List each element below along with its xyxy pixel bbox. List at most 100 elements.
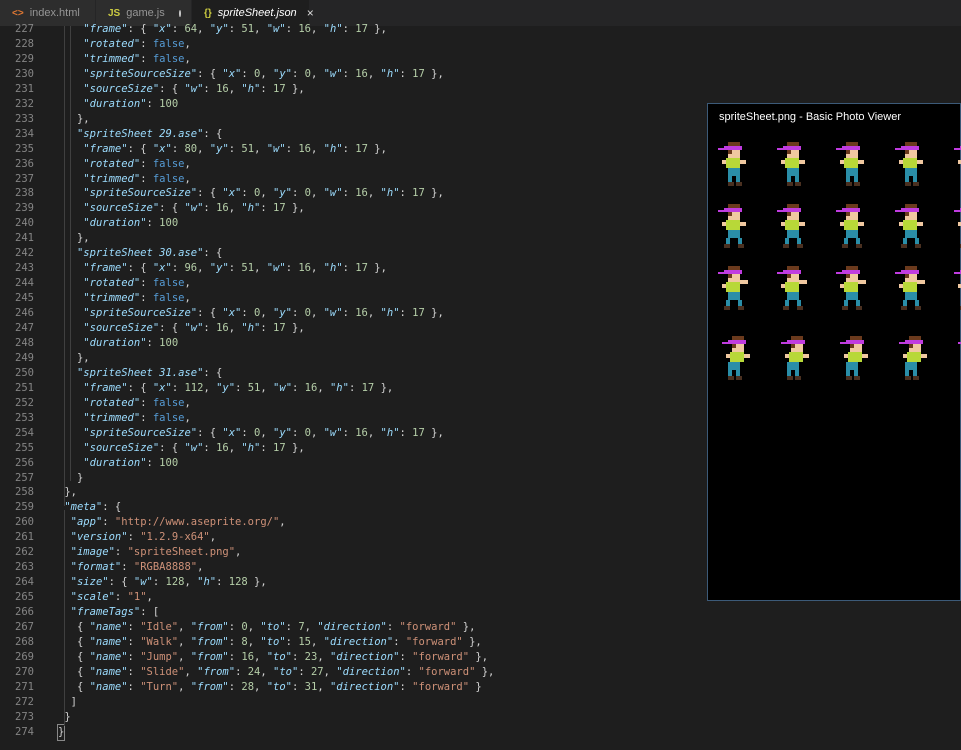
code-text: "image": "spriteSheet.png", (70, 546, 242, 559)
code-text: "spriteSheet 31.ase": { (76, 366, 223, 379)
code-text: }, (58, 351, 90, 364)
sprite-sheet-image (708, 138, 961, 398)
code-text: "spriteSheet 29.ase": { (76, 127, 223, 140)
code-text: { "name": "Jump", "from": 16, "to": 23, … (58, 650, 489, 663)
code-text: "duration": 100 (83, 217, 179, 230)
code-text: "duration": 100 (83, 456, 179, 469)
sprite-frame-slide (832, 332, 872, 384)
sprite-frame-walk (891, 200, 931, 252)
line-number: 274 (15, 725, 34, 738)
code-line[interactable]: 227 "frame": { "x": 64, "y": 51, "w": 16… (0, 22, 961, 37)
photo-viewer-title: spriteSheet.png - Basic Photo Viewer (719, 111, 902, 123)
code-text: "size": { "w": 128, "h": 128 }, (70, 576, 267, 589)
code-line[interactable]: 268 { "name": "Walk", "from": 8, "to": 1… (0, 635, 961, 650)
code-text: "trimmed": false, (83, 411, 191, 424)
code-text: "spriteSourceSize": { "x": 0, "y": 0, "w… (83, 426, 444, 439)
code-line[interactable]: 270 { "name": "Slide", "from": 24, "to":… (0, 665, 961, 680)
line-number: 257 (15, 471, 34, 484)
code-line[interactable]: 273 } (0, 710, 961, 725)
code-text: "rotated": false, (83, 396, 191, 409)
code-text: "sourceSize": { "w": 16, "h": 17 }, (83, 441, 305, 454)
sprite-frame-idle (714, 138, 754, 190)
code-text: "frame": { "x": 64, "y": 51, "w": 16, "h… (83, 23, 387, 35)
code-line[interactable]: 266 "frameTags": [ (0, 605, 961, 620)
line-number: 249 (15, 351, 34, 364)
code-text: }, (58, 486, 77, 499)
code-text: "duration": 100 (83, 336, 179, 349)
sprite-frame-walk (950, 200, 961, 252)
line-number: 259 (15, 501, 34, 514)
line-number: 253 (15, 411, 34, 424)
sprite-frame-walk (714, 200, 754, 252)
line-number: 268 (15, 635, 34, 648)
code-text: "trimmed": false, (83, 52, 191, 65)
code-line[interactable]: 228 "rotated": false, (0, 37, 961, 52)
sprite-frame-jump (891, 262, 931, 314)
sprite-frame-slide (714, 332, 754, 384)
code-text: { "name": "Slide", "from": 24, "to": 27,… (58, 665, 495, 678)
line-number: 238 (15, 187, 34, 200)
line-number: 241 (15, 232, 34, 245)
sprite-frame-slide (773, 332, 813, 384)
code-text: "trimmed": false, (83, 292, 191, 305)
line-number: 234 (15, 127, 34, 140)
sprite-frame-idle (832, 138, 872, 190)
line-number: 263 (15, 561, 34, 574)
line-number: 243 (15, 262, 34, 275)
line-number: 269 (15, 650, 34, 663)
code-text: { "name": "Idle", "from": 0, "to": 7, "d… (58, 621, 476, 633)
code-text: "spriteSourceSize": { "x": 0, "y": 0, "w… (83, 187, 444, 200)
tab-label: spriteSheet.json (217, 7, 297, 19)
line-number: 239 (15, 202, 34, 215)
unsaved-dot-icon[interactable] (178, 9, 181, 17)
code-text: "frame": { "x": 96, "y": 51, "w": 16, "h… (83, 262, 387, 275)
indent-guide (64, 510, 65, 726)
line-number: 244 (15, 277, 34, 290)
file-type-icon: {} (204, 7, 212, 19)
tab-label: index.html (29, 7, 80, 19)
sprite-frame-idle (950, 138, 961, 190)
line-number: 237 (15, 172, 34, 185)
code-text: "trimmed": false, (83, 172, 191, 185)
code-text: }, (58, 112, 90, 125)
code-line[interactable]: 272 ] (0, 695, 961, 710)
line-number: 227 (15, 23, 34, 35)
line-number: 246 (15, 307, 34, 320)
line-number: 230 (15, 67, 34, 80)
line-number: 260 (15, 516, 34, 529)
photo-viewer-window[interactable]: spriteSheet.png - Basic Photo Viewer (707, 103, 961, 601)
line-number: 265 (15, 591, 34, 604)
code-line[interactable]: 271 { "name": "Turn", "from": 28, "to": … (0, 680, 961, 695)
line-number: 242 (15, 247, 34, 260)
code-text: "scale": "1", (70, 591, 153, 604)
line-number: 229 (15, 52, 34, 65)
code-line[interactable]: 269 { "name": "Jump", "from": 16, "to": … (0, 650, 961, 665)
code-text: "rotated": false, (83, 157, 191, 170)
file-type-icon: JS (108, 7, 121, 19)
code-text: "frameTags": [ (70, 606, 160, 619)
code-text: "spriteSheet 30.ase": { (76, 247, 223, 260)
line-number: 261 (15, 531, 34, 544)
code-text: "app": "http://www.aseprite.org/", (70, 516, 286, 529)
code-text: "sourceSize": { "w": 16, "h": 17 }, (83, 202, 305, 215)
file-type-icon: <> (12, 7, 24, 19)
tab-label: game.js (126, 7, 165, 19)
line-number: 233 (15, 112, 34, 125)
line-number: 266 (15, 606, 34, 619)
code-text: "rotated": false, (83, 277, 191, 290)
code-line[interactable]: 274} (0, 723, 961, 741)
line-number: 245 (15, 292, 34, 305)
code-line[interactable]: 230 "spriteSourceSize": { "x": 0, "y": 0… (0, 67, 961, 82)
code-text: "sourceSize": { "w": 16, "h": 17 }, (83, 322, 305, 334)
line-number: 228 (15, 37, 34, 50)
sprite-frame-jump (832, 262, 872, 314)
code-line[interactable]: 231 "sourceSize": { "w": 16, "h": 17 }, (0, 82, 961, 97)
sprite-frame-jump (773, 262, 813, 314)
code-text: }, (58, 232, 90, 245)
code-line[interactable]: 229 "trimmed": false, (0, 52, 961, 67)
code-text: } (56, 723, 66, 741)
close-tab-icon[interactable]: × (307, 6, 314, 20)
line-number: 272 (15, 695, 34, 708)
line-number: 231 (15, 82, 34, 95)
code-line[interactable]: 267 { "name": "Idle", "from": 0, "to": 7… (0, 620, 961, 635)
